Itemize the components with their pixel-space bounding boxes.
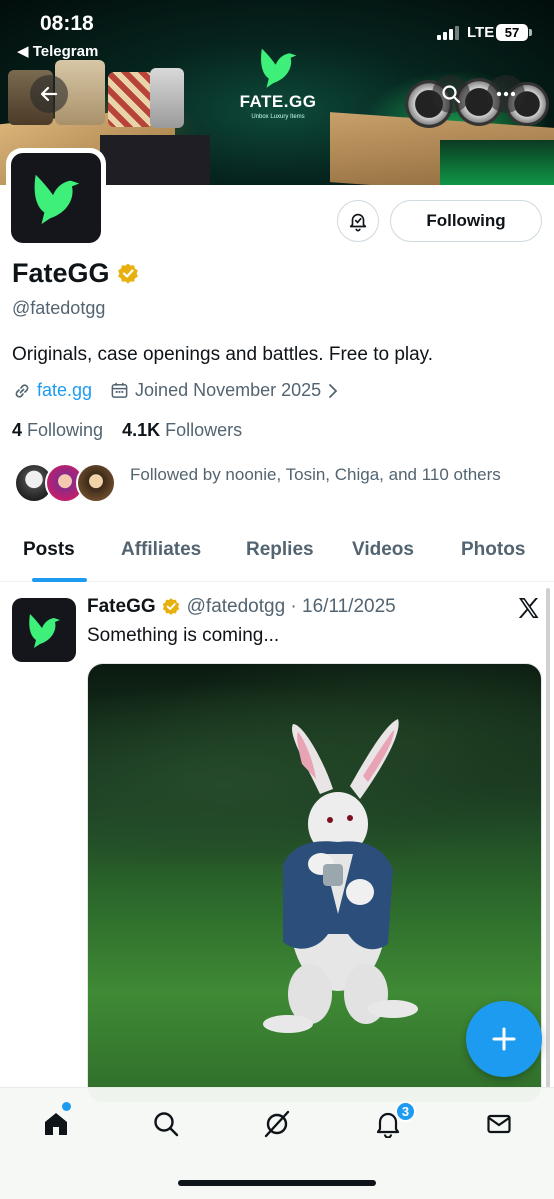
profile-tabs: Posts Affiliates Replies Videos Photos [0, 527, 554, 582]
followers-count-link[interactable]: 4.1K Followers [122, 420, 242, 440]
post-handle-date: @fatedotgg · 16/11/2025 [186, 596, 396, 617]
verified-badge-icon [162, 598, 179, 615]
nav-grok[interactable] [259, 1106, 295, 1142]
signal-icon [437, 26, 459, 40]
post-text: Something is coming... [87, 625, 280, 646]
profile-meta: fate.gg Joined November 2025 [12, 380, 339, 401]
search-icon [442, 85, 461, 104]
notifications-toggle-button[interactable] [337, 200, 379, 242]
search-button[interactable] [432, 75, 470, 113]
tab-videos[interactable]: Videos [352, 539, 414, 561]
joined-date[interactable]: Joined November 2025 [135, 380, 321, 401]
post-header: FateGG @fatedotgg · 16/11/2025 [87, 596, 396, 618]
home-icon [45, 1113, 67, 1135]
status-time: 08:18 [40, 12, 94, 35]
back-button[interactable] [30, 75, 68, 113]
bird-logo-icon [29, 614, 60, 648]
plus-icon [492, 1027, 516, 1051]
profile-name-row: FateGG [12, 258, 140, 289]
more-horizontal-icon [496, 91, 516, 97]
arrow-left-icon [40, 86, 58, 102]
link-icon [15, 383, 29, 398]
back-to-app-link[interactable]: ◀ Telegram [17, 42, 98, 60]
profile-bio: Originals, case openings and battles. Fr… [12, 344, 434, 365]
battery-indicator: 57 [496, 24, 528, 41]
chevron-right-icon[interactable] [327, 383, 339, 399]
profile-handle: @fatedotgg [12, 298, 106, 318]
profile-name: FateGG [12, 258, 110, 288]
following-button[interactable]: Following [390, 200, 542, 242]
banner-logo-subtitle: Unbox Luxury Items [251, 114, 305, 120]
search-icon [154, 1112, 179, 1137]
post-author-name[interactable]: FateGG [87, 596, 156, 618]
x-logo-icon [518, 598, 539, 618]
following-count-link[interactable]: 4 Following [12, 420, 103, 440]
tab-posts[interactable]: Posts [23, 539, 75, 561]
tab-photos[interactable]: Photos [461, 539, 525, 561]
active-tab-indicator [32, 578, 87, 582]
bell-plus-icon [349, 213, 367, 232]
nav-explore[interactable] [148, 1106, 184, 1142]
home-new-dot [62, 1102, 71, 1111]
scrollbar[interactable] [546, 588, 550, 1088]
network-type: LTE [467, 24, 495, 41]
home-indicator[interactable] [178, 1180, 376, 1186]
bird-logo-icon [34, 174, 80, 225]
tab-replies[interactable]: Replies [246, 539, 314, 561]
compose-button[interactable] [466, 1001, 542, 1077]
calendar-icon [111, 382, 128, 398]
grok-icon [264, 1110, 290, 1138]
mail-icon [487, 1114, 511, 1134]
website-link[interactable]: fate.gg [37, 380, 92, 401]
verified-badge-icon[interactable] [116, 262, 140, 286]
followed-by-text[interactable]: Followed by noonie, Tosin, Chiga, and 11… [130, 462, 530, 488]
followed-by-avatars[interactable] [14, 463, 116, 503]
tab-affiliates[interactable]: Affiliates [121, 539, 201, 561]
post-author-avatar[interactable] [12, 598, 76, 662]
follow-counts: 4 Following 4.1K Followers [12, 420, 242, 441]
status-bar: 08:18 ◀ Telegram LTE 57 [0, 0, 554, 60]
nav-messages[interactable] [481, 1106, 517, 1142]
notifications-badge: 3 [395, 1101, 416, 1122]
more-button[interactable] [487, 75, 525, 113]
banner-logo-title: FATE.GG [239, 92, 317, 111]
profile-avatar[interactable] [6, 148, 106, 248]
nav-home[interactable] [38, 1106, 74, 1142]
avatar [76, 463, 116, 503]
